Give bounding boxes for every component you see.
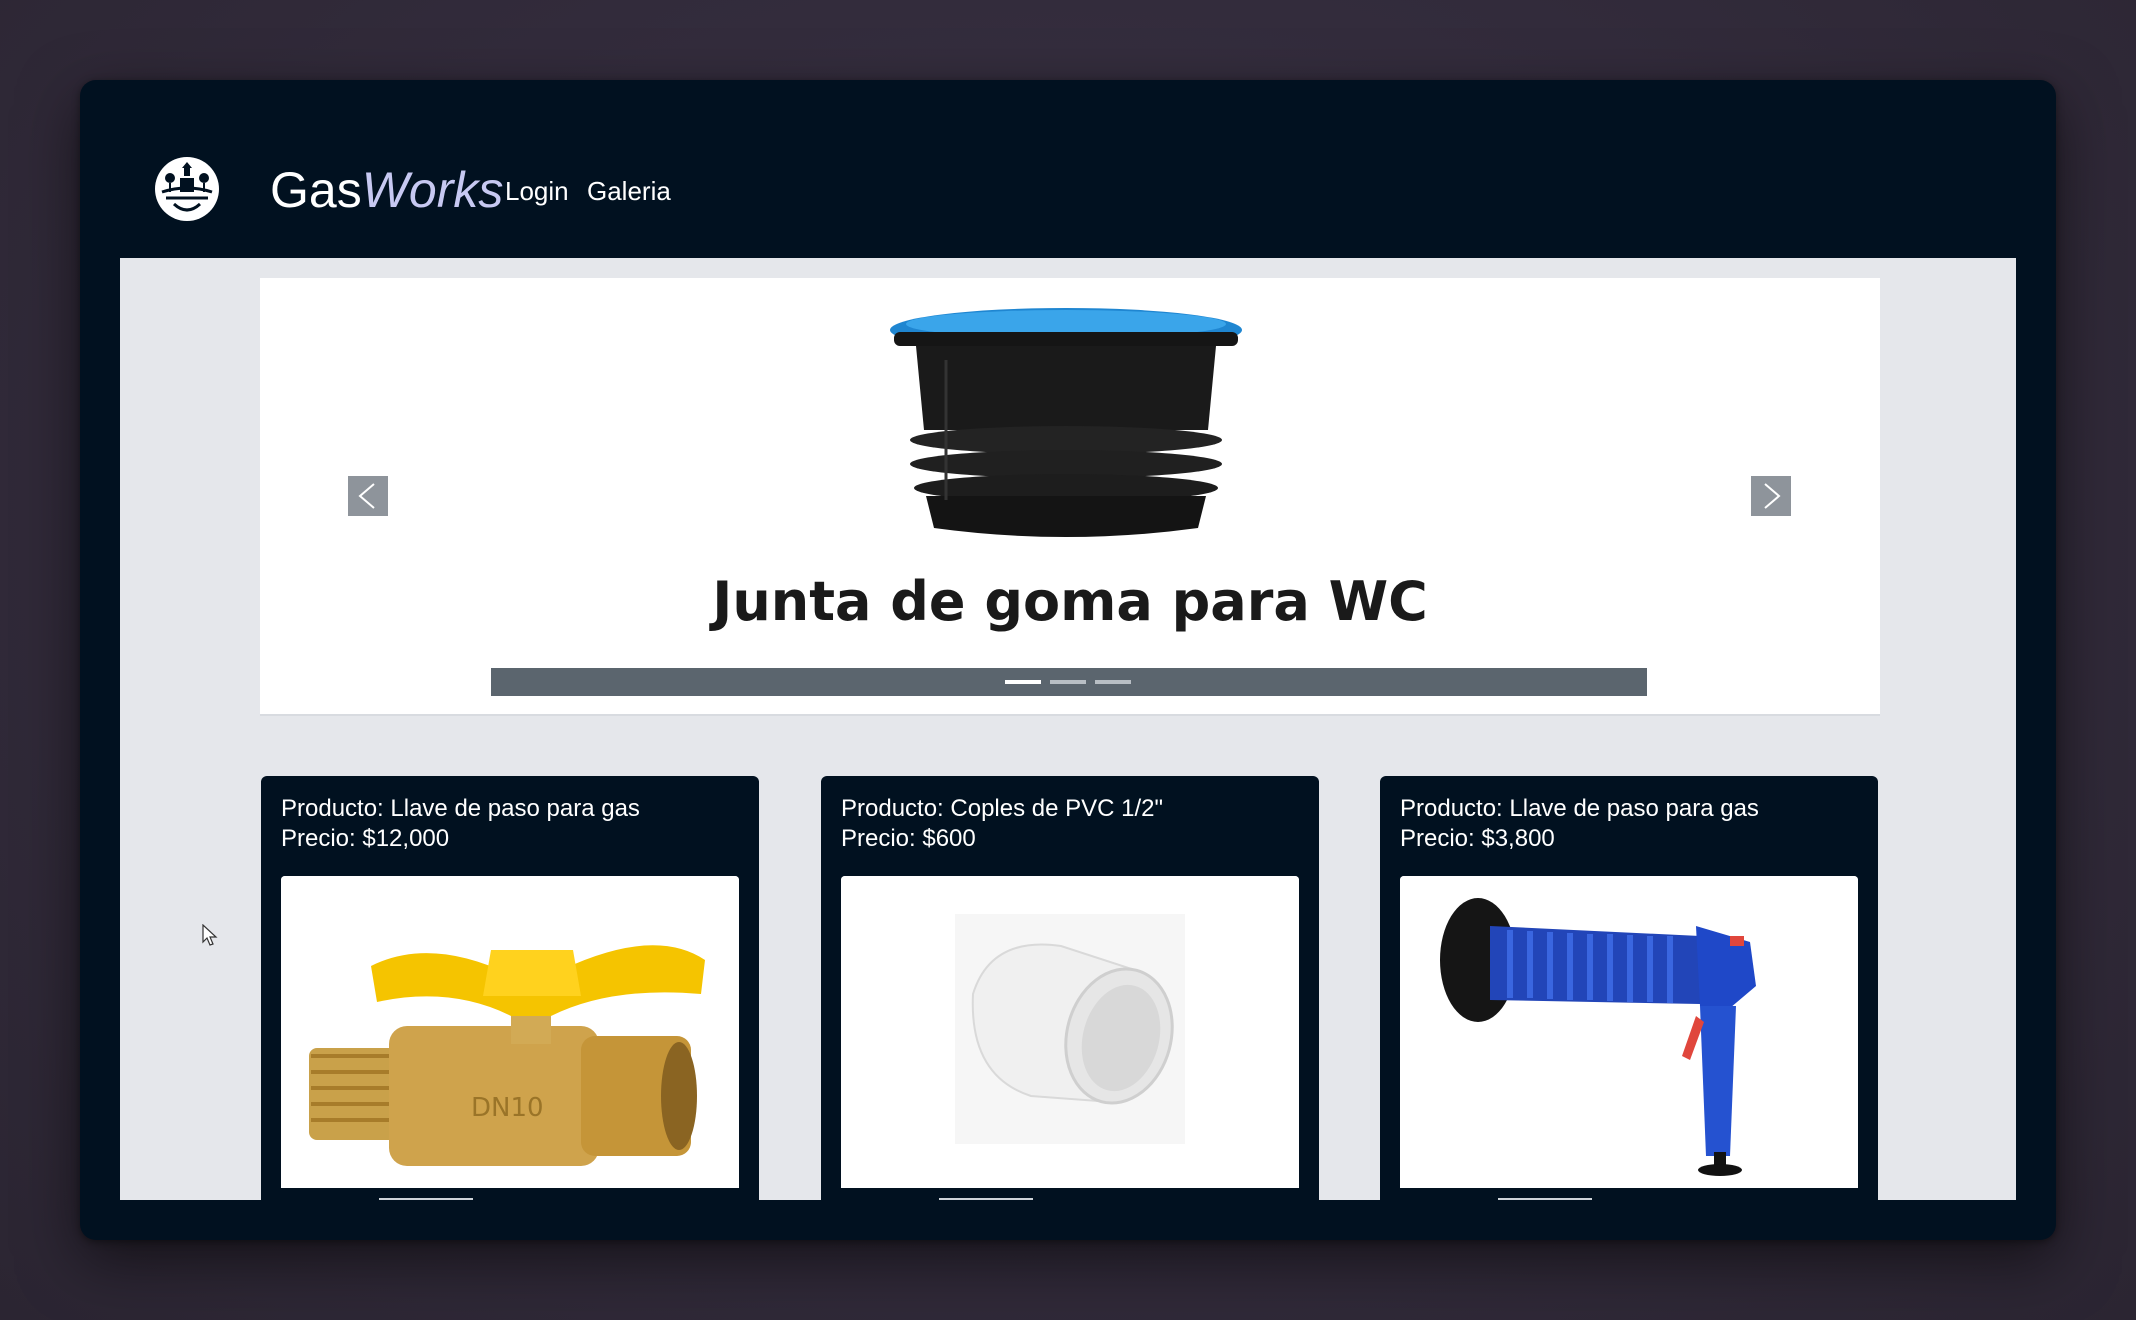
product-price: Precio: $600 <box>841 825 976 852</box>
product-carousel: Junta de goma para WC <box>260 278 1880 716</box>
nav-link-galeria[interactable]: Galeria <box>587 174 671 208</box>
svg-text:DN10: DN10 <box>471 1093 544 1123</box>
carousel-indicator-bar <box>491 668 1647 696</box>
product-name: Producto: Llave de paso para gas <box>281 795 640 822</box>
chevron-right-icon <box>1764 483 1781 509</box>
product-card[interactable]: Producto: Coples de PVC 1/2" Precio: $60… <box>821 776 1319 1200</box>
product-info: Producto: Coples de PVC 1/2" Precio: $60… <box>841 794 1163 854</box>
carousel-indicator-1[interactable] <box>1005 680 1041 684</box>
browser-window: GasWorks Login Galeria Junta de goma par… <box>80 80 2056 1240</box>
product-info: Producto: Llave de paso para gas Precio:… <box>1400 794 1759 854</box>
product-price: Precio: $12,000 <box>281 825 450 852</box>
navbar: GasWorks Login Galeria <box>80 80 2056 258</box>
brass-gas-valve-image: DN10 <box>281 876 739 1188</box>
product-card[interactable]: Producto: Llave de paso para gas Precio:… <box>261 776 759 1200</box>
carousel-prev-button[interactable] <box>348 476 388 516</box>
carousel-next-button[interactable] <box>1751 476 1791 516</box>
main-content: Junta de goma para WC Producto: Llave de… <box>120 258 2016 1200</box>
carousel-indicator-2[interactable] <box>1050 680 1086 684</box>
gasworks-logo-icon[interactable] <box>152 154 222 224</box>
card-button[interactable] <box>1498 1198 1592 1200</box>
carousel-slide-title: Junta de goma para WC <box>712 570 1428 633</box>
product-info: Producto: Llave de paso para gas Precio:… <box>281 794 640 854</box>
product-price: Precio: $3,800 <box>1400 825 1555 852</box>
brand-prefix: Gas <box>270 162 362 218</box>
drain-plunger-gun-image <box>1400 876 1858 1188</box>
carousel-indicator-3[interactable] <box>1095 680 1131 684</box>
card-button[interactable] <box>939 1198 1033 1200</box>
nav-link-login[interactable]: Login <box>505 174 569 208</box>
brand-suffix: Works <box>361 162 504 218</box>
brand-name[interactable]: GasWorks <box>270 160 503 220</box>
pvc-coupling-image <box>841 876 1299 1188</box>
card-button[interactable] <box>379 1198 473 1200</box>
product-card[interactable]: Producto: Llave de paso para gas Precio:… <box>1380 776 1878 1200</box>
product-name: Producto: Llave de paso para gas <box>1400 795 1759 822</box>
mouse-cursor-icon <box>202 923 220 948</box>
chevron-left-icon <box>358 483 375 509</box>
rubber-wc-seal-image <box>886 300 1246 540</box>
product-name: Producto: Coples de PVC 1/2" <box>841 795 1164 822</box>
